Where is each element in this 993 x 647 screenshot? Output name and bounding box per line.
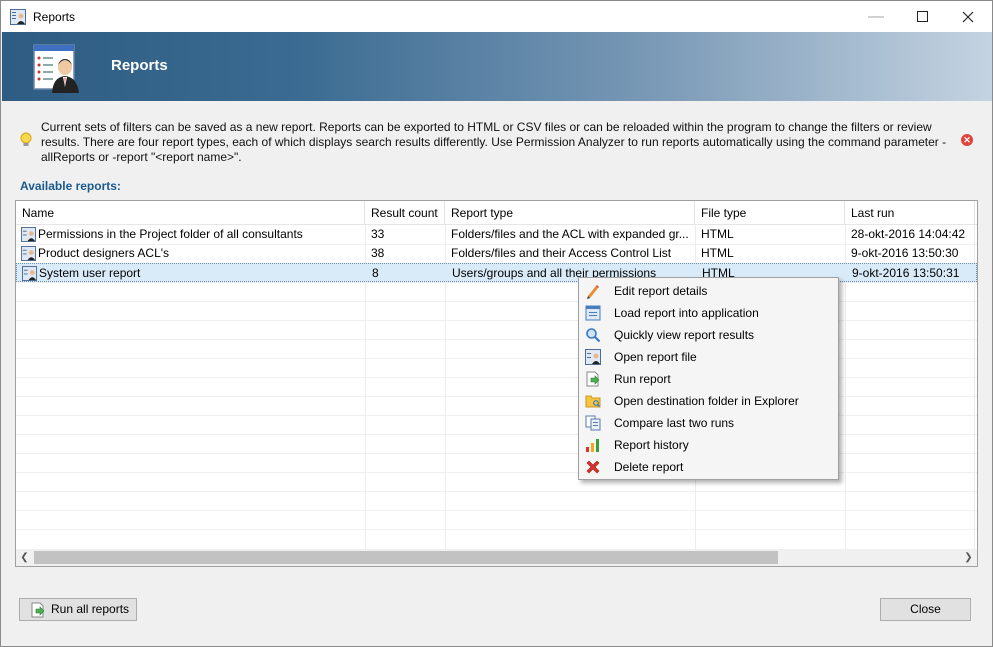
lightbulb-icon bbox=[20, 132, 32, 146]
report-user-icon bbox=[33, 44, 79, 93]
menu-item-open-destination-folder[interactable]: Open destination folder in Explorer bbox=[581, 390, 837, 412]
cell-report-type: Folders/files and their Access Control L… bbox=[451, 246, 672, 260]
reports-window: Reports — Reports Current sets of filter… bbox=[0, 0, 993, 647]
menu-item-load-report[interactable]: Load report into application bbox=[581, 302, 837, 324]
menu-item-label: Quickly view report results bbox=[614, 328, 755, 342]
dismiss-info-icon[interactable]: ✕ bbox=[961, 134, 973, 146]
menu-item-report-history[interactable]: Report history bbox=[581, 434, 837, 456]
compare-icon bbox=[585, 415, 601, 431]
menu-item-open-report-file[interactable]: Open report file bbox=[581, 346, 837, 368]
cell-name: System user report bbox=[39, 266, 141, 280]
load-report-icon bbox=[585, 305, 601, 321]
scrollbar-thumb[interactable] bbox=[34, 551, 778, 564]
menu-item-edit-report-details[interactable]: Edit report details bbox=[581, 280, 837, 302]
title-bar: Reports — bbox=[1, 1, 992, 32]
menu-item-label: Edit report details bbox=[614, 284, 708, 298]
maximize-button[interactable] bbox=[899, 1, 945, 32]
report-file-icon bbox=[585, 349, 601, 365]
menu-item-compare-runs[interactable]: Compare last two runs bbox=[581, 412, 837, 434]
menu-item-label: Open destination folder in Explorer bbox=[614, 394, 799, 408]
delete-icon bbox=[586, 460, 600, 474]
column-header-last-run[interactable]: Last run bbox=[845, 201, 975, 225]
cell-last-run: 9-okt-2016 13:50:31 bbox=[852, 266, 960, 280]
scroll-left-icon[interactable]: ❮ bbox=[16, 550, 33, 565]
banner-title: Reports bbox=[111, 57, 168, 74]
maximize-icon bbox=[916, 11, 928, 22]
menu-item-quick-view[interactable]: Quickly view report results bbox=[581, 324, 837, 346]
run-all-reports-label: Run all reports bbox=[51, 602, 130, 616]
bar-chart-icon bbox=[586, 439, 599, 452]
menu-item-label: Open report file bbox=[614, 350, 697, 364]
close-icon bbox=[962, 11, 974, 22]
cell-result-count: 38 bbox=[371, 246, 385, 260]
column-header-file-type[interactable]: File type bbox=[695, 201, 845, 225]
menu-item-delete-report[interactable]: Delete report bbox=[581, 456, 837, 478]
cell-last-run: 9-okt-2016 13:50:30 bbox=[851, 246, 959, 260]
horizontal-scrollbar[interactable]: ❮ ❯ bbox=[16, 549, 977, 566]
menu-item-run-report[interactable]: Run report bbox=[581, 368, 837, 390]
row-divider bbox=[16, 510, 977, 511]
app-icon bbox=[10, 9, 26, 25]
row-divider bbox=[16, 529, 977, 530]
menu-item-label: Delete report bbox=[614, 460, 684, 474]
cell-name: Product designers ACL's bbox=[38, 246, 170, 260]
table-row[interactable]: Product designers ACL's 38 Folders/files… bbox=[16, 244, 977, 263]
context-menu: Edit report details Load report into app… bbox=[578, 277, 839, 480]
cell-file-type: HTML bbox=[701, 246, 734, 260]
folder-icon bbox=[585, 395, 601, 408]
row-divider bbox=[16, 491, 977, 492]
cell-report-type: Folders/files and the ACL with expanded … bbox=[451, 227, 689, 241]
scroll-right-icon[interactable]: ❯ bbox=[960, 550, 977, 565]
info-text: Current sets of filters can be saved as … bbox=[41, 120, 947, 164]
available-reports-label: Available reports: bbox=[20, 179, 121, 193]
menu-item-label: Report history bbox=[614, 438, 689, 452]
menu-item-label: Compare last two runs bbox=[614, 416, 735, 430]
close-button[interactable]: Close bbox=[880, 598, 971, 621]
minimize-button[interactable]: — bbox=[853, 1, 899, 32]
cell-name: Permissions in the Project folder of all… bbox=[38, 227, 303, 241]
run-all-reports-button[interactable]: Run all reports bbox=[19, 598, 137, 621]
cell-result-count: 33 bbox=[371, 227, 385, 241]
column-header-report-type[interactable]: Report type bbox=[445, 201, 695, 225]
cell-last-run: 28-okt-2016 14:04:42 bbox=[851, 227, 966, 241]
column-header-result-count[interactable]: Result count bbox=[365, 201, 445, 225]
grid-header: Name Result count Report type File type … bbox=[16, 201, 977, 225]
cell-file-type: HTML bbox=[701, 227, 734, 241]
run-icon bbox=[31, 602, 45, 618]
close-window-button[interactable] bbox=[945, 1, 991, 32]
banner: Reports bbox=[2, 32, 992, 101]
run-icon bbox=[586, 371, 600, 387]
cell-result-count: 8 bbox=[372, 266, 379, 280]
table-row[interactable]: Permissions in the Project folder of all… bbox=[16, 225, 977, 244]
menu-item-label: Load report into application bbox=[614, 306, 759, 320]
window-title: Reports bbox=[33, 10, 76, 24]
column-header-name[interactable]: Name bbox=[16, 201, 365, 225]
menu-item-label: Run report bbox=[614, 372, 671, 386]
pencil-icon bbox=[587, 285, 599, 299]
magnifier-icon bbox=[586, 328, 601, 343]
